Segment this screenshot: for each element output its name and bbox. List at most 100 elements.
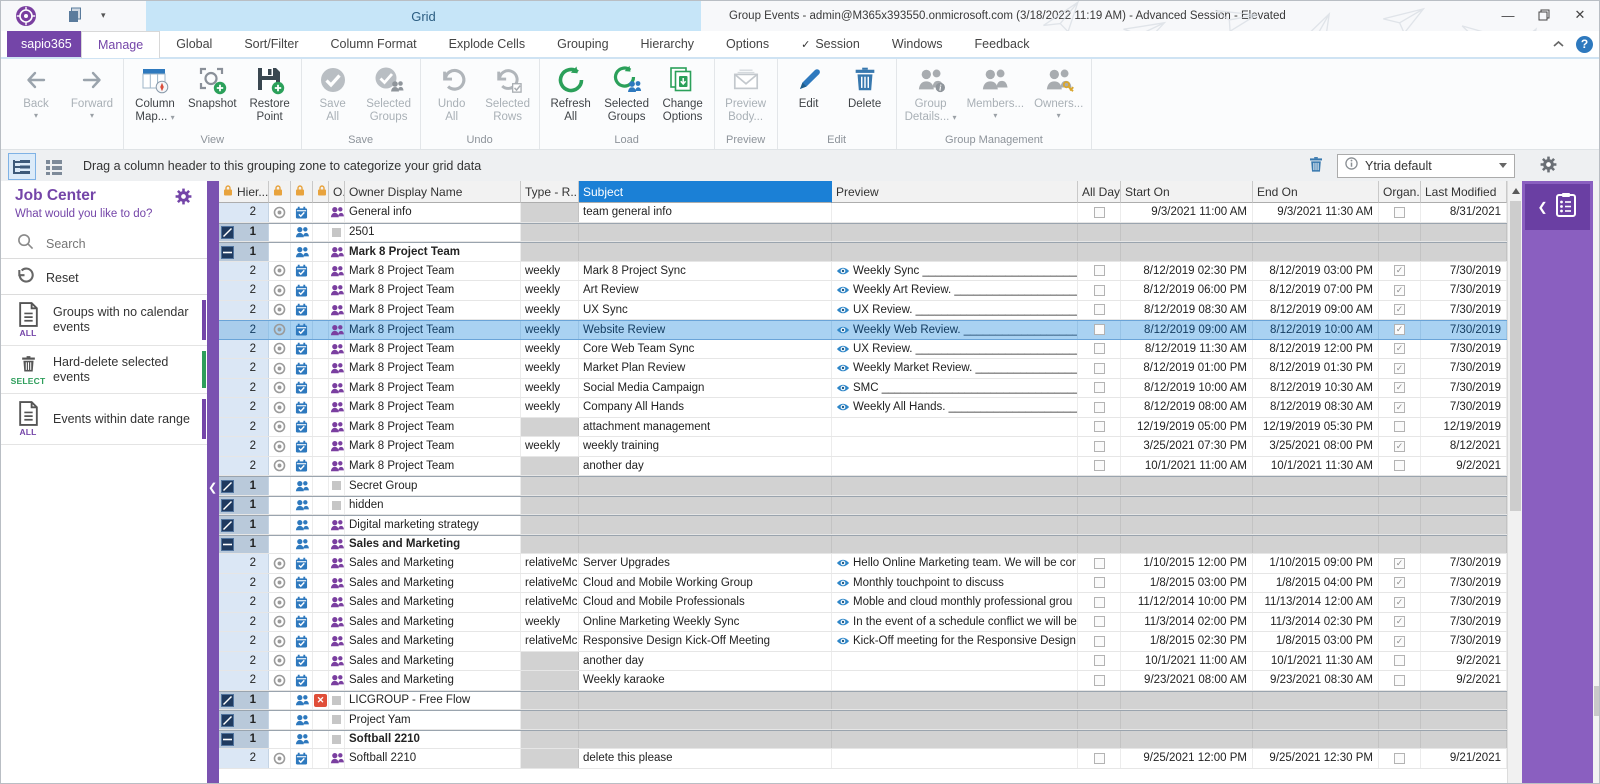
excluded-group-icon[interactable] [221, 480, 234, 493]
sapio365-logo-icon[interactable] [15, 5, 37, 32]
collapse-group-icon[interactable] [221, 538, 234, 551]
collapse-sidebar-icon[interactable]: ❮ [208, 481, 217, 494]
unchecked-checkbox[interactable] [1394, 753, 1405, 764]
column-header-all-day[interactable]: All Day [1078, 181, 1121, 203]
table-row[interactable]: 2Mark 8 Project Teamattachment managemen… [219, 418, 1507, 438]
context-tab-grid[interactable]: Grid [146, 1, 701, 31]
scroll-up-icon[interactable] [1508, 183, 1523, 198]
unchecked-checkbox[interactable] [1094, 265, 1105, 276]
table-row[interactable]: 2Mark 8 Project TeamweeklyUX SyncUX Revi… [219, 301, 1507, 321]
change-options-button[interactable]: ChangeOptions [655, 59, 711, 124]
unchecked-checkbox[interactable] [1394, 460, 1405, 471]
reset-button[interactable]: Reset [1, 261, 207, 295]
column-header-hier[interactable]: Hier... [219, 181, 269, 203]
table-row[interactable]: 1Secret Group [219, 476, 1507, 496]
window-copy-icon[interactable] [67, 7, 83, 28]
collapse-group-icon[interactable] [221, 733, 234, 746]
refresh-all-button[interactable]: RefreshAll [543, 59, 599, 124]
grid-view-tree-icon[interactable] [8, 153, 36, 180]
tab-hierarchy[interactable]: Hierarchy [625, 31, 711, 57]
checked-checkbox[interactable]: ✓ [1394, 597, 1405, 608]
column-header-organ[interactable]: Organ... [1379, 181, 1421, 203]
table-row[interactable]: 2Sales and MarketingweeklyOnline Marketi… [219, 613, 1507, 633]
table-row[interactable]: 2Sales and MarketingrelativeMcResponsive… [219, 632, 1507, 652]
unchecked-checkbox[interactable] [1094, 285, 1105, 296]
table-row[interactable]: 1Project Yam [219, 710, 1507, 730]
table-row[interactable]: 2Mark 8 Project TeamweeklyCompany All Ha… [219, 398, 1507, 418]
table-row[interactable]: 2Mark 8 Project TeamweeklyCore Web Team … [219, 340, 1507, 360]
tab-global[interactable]: Global [160, 31, 228, 57]
table-row[interactable]: 2Sales and Marketinganother day10/1/2021… [219, 652, 1507, 672]
tab-column-format[interactable]: Column Format [315, 31, 433, 57]
job-item-events-within-date-range[interactable]: ALLEvents within date range [1, 394, 207, 445]
unchecked-checkbox[interactable] [1394, 655, 1405, 666]
unchecked-checkbox[interactable] [1094, 577, 1105, 588]
snapshot-button[interactable]: Snapshot [183, 59, 242, 111]
job-queue-button[interactable]: ❮ [1525, 184, 1590, 230]
unchecked-checkbox[interactable] [1094, 421, 1105, 432]
table-row[interactable]: 2Mark 8 Project TeamweeklyArt ReviewWeek… [219, 281, 1507, 301]
checked-checkbox[interactable]: ✓ [1394, 616, 1405, 627]
tab-grouping[interactable]: Grouping [541, 31, 624, 57]
table-row[interactable]: 1hidden [219, 496, 1507, 516]
collapse-group-icon[interactable] [221, 246, 234, 259]
checked-checkbox[interactable]: ✓ [1394, 304, 1405, 315]
unchecked-checkbox[interactable] [1094, 616, 1105, 627]
table-row[interactable]: 2Mark 8 Project TeamweeklyMarket Plan Re… [219, 359, 1507, 379]
unchecked-checkbox[interactable] [1094, 597, 1105, 608]
job-item-groups-with-no-calendar-events[interactable]: ALLGroups with no calendar events [1, 295, 207, 346]
grid-settings-gear-icon[interactable] [1539, 155, 1558, 179]
close-button[interactable]: ✕ [1569, 4, 1591, 26]
unchecked-checkbox[interactable] [1094, 636, 1105, 647]
tab-windows[interactable]: Windows [876, 31, 959, 57]
column-header-type-r[interactable]: Type - R... [521, 181, 579, 203]
column-header-lock-3[interactable] [313, 181, 329, 203]
checked-checkbox[interactable]: ✓ [1394, 363, 1405, 374]
column-header-subject[interactable]: Subject [579, 181, 832, 203]
column-header-start-on[interactable]: Start On [1121, 181, 1253, 203]
unchecked-checkbox[interactable] [1094, 324, 1105, 335]
help-icon[interactable]: ? [1576, 36, 1593, 53]
table-row[interactable]: 12501 [219, 223, 1507, 243]
excluded-group-icon[interactable] [221, 519, 234, 532]
checked-checkbox[interactable]: ✓ [1394, 402, 1405, 413]
delete-view-icon[interactable] [1307, 155, 1325, 180]
excluded-group-icon[interactable] [221, 499, 234, 512]
grid-view-list-icon[interactable] [40, 153, 68, 180]
quick-access-caret-icon[interactable]: ▾ [101, 10, 106, 21]
job-center-gear-icon[interactable] [174, 187, 193, 211]
unchecked-checkbox[interactable] [1094, 460, 1105, 471]
table-row[interactable]: 2Softball 2210delete this please9/25/202… [219, 749, 1507, 769]
table-row[interactable]: 1Mark 8 Project Team [219, 242, 1507, 262]
tab-sapio365[interactable]: sapio365 [7, 31, 86, 57]
tab-manage[interactable]: Manage [81, 31, 160, 58]
table-row[interactable]: 2Sales and MarketingrelativeMcCloud and … [219, 593, 1507, 613]
tab-options[interactable]: Options [710, 31, 785, 57]
collapse-ribbon-icon[interactable] [1553, 35, 1564, 53]
table-row[interactable]: 1Digital marketing strategy [219, 515, 1507, 535]
excluded-group-icon[interactable] [221, 694, 234, 707]
column-map-button[interactable]: ColumnMap... ▾ [127, 59, 183, 124]
unchecked-checkbox[interactable] [1094, 304, 1105, 315]
checked-checkbox[interactable]: ✓ [1394, 577, 1405, 588]
column-header-lock-1[interactable] [269, 181, 291, 203]
table-row[interactable]: 2Sales and MarketingrelativeMcServer Upg… [219, 554, 1507, 574]
unchecked-checkbox[interactable] [1094, 402, 1105, 413]
table-row[interactable]: 2Mark 8 Project TeamweeklySocial Media C… [219, 379, 1507, 399]
tab-explode-cells[interactable]: Explode Cells [433, 31, 541, 57]
checked-checkbox[interactable]: ✓ [1394, 265, 1405, 276]
view-selector-dropdown[interactable]: Ytria default [1337, 154, 1515, 178]
minimize-button[interactable]: — [1497, 4, 1519, 26]
unchecked-checkbox[interactable] [1394, 421, 1405, 432]
column-header-preview[interactable]: Preview [832, 181, 1078, 203]
checked-checkbox[interactable]: ✓ [1394, 285, 1405, 296]
unchecked-checkbox[interactable] [1394, 207, 1405, 218]
checked-checkbox[interactable]: ✓ [1394, 324, 1405, 335]
column-header-owner-display-name[interactable]: Owner Display Name [345, 181, 521, 203]
checked-checkbox[interactable]: ✓ [1394, 441, 1405, 452]
checked-checkbox[interactable]: ✓ [1394, 636, 1405, 647]
checked-checkbox[interactable]: ✓ [1394, 382, 1405, 393]
checked-checkbox[interactable]: ✓ [1394, 343, 1405, 354]
scrollbar-thumb[interactable] [1594, 686, 1600, 716]
unchecked-checkbox[interactable] [1094, 343, 1105, 354]
